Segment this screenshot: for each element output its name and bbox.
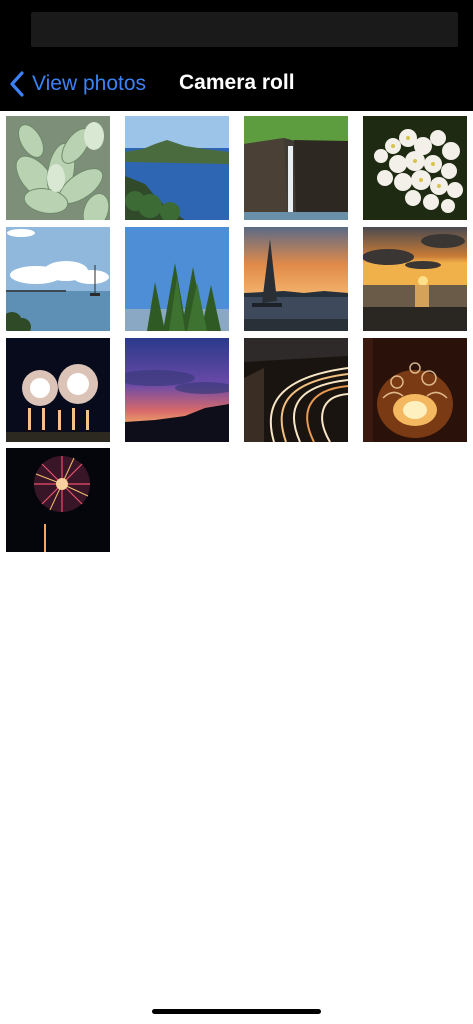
photo-thumbnail-lake[interactable] <box>125 116 229 220</box>
photo-thumbnail-light-trails[interactable] <box>244 338 348 442</box>
page-title: Camera roll <box>179 71 295 94</box>
status-bar <box>31 12 458 47</box>
photo-thumbnail-sailboat-sea[interactable] <box>6 227 110 331</box>
chevron-left-icon <box>10 71 24 97</box>
back-button[interactable]: View photos <box>8 68 146 100</box>
photo-thumbnail-sailboat-sunset[interactable] <box>244 227 348 331</box>
photo-thumbnail-fireworks-multiple[interactable] <box>6 338 110 442</box>
photo-thumbnail-dusk-sky[interactable] <box>125 338 229 442</box>
photo-thumbnail-trees[interactable] <box>125 227 229 331</box>
back-button-label: View photos <box>32 72 147 95</box>
navigation-header: View photos Camera roll <box>0 0 473 111</box>
photo-thumbnail-firework[interactable] <box>6 448 110 552</box>
nav-bar: View photos Camera roll <box>0 60 473 108</box>
photo-thumbnail-candle[interactable] <box>363 338 467 442</box>
photo-thumbnail-waterfall[interactable] <box>244 116 348 220</box>
photo-thumbnail-succulent[interactable] <box>6 116 110 220</box>
photo-thumbnail-white-flowers[interactable] <box>363 116 467 220</box>
home-indicator[interactable] <box>152 1009 321 1014</box>
photo-thumbnail-sunset-sea[interactable] <box>363 227 467 331</box>
